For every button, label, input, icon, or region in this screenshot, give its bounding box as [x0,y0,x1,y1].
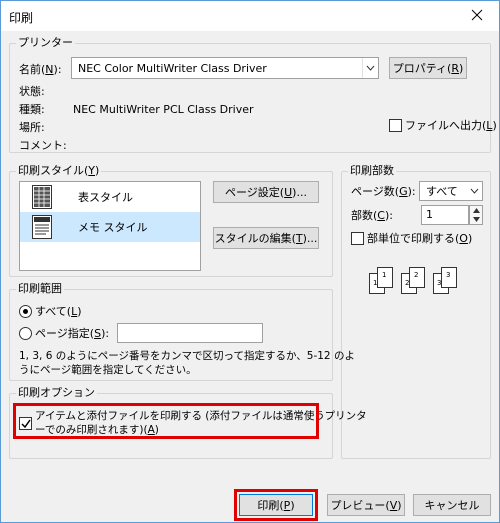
style-item-table[interactable]: 表スタイル [20,182,200,212]
style-item-memo[interactable]: メモ スタイル [20,212,200,242]
type-value: NEC MultiWriter PCL Class Driver [73,103,254,116]
print-dialog: 印刷 プリンター 名前(N): NEC Color MultiWriter Cl… [0,0,500,523]
print-range-group-title: 印刷範囲 [16,282,64,296]
printer-group-title: プリンター [16,36,75,50]
copies-group-title: 印刷部数 [348,164,396,178]
range-pages-input[interactable] [117,323,263,343]
print-button-highlight [234,489,318,521]
collate-page-number: 2 [405,279,409,287]
copies-value: 1 [426,208,433,221]
printer-name-value: NEC Color MultiWriter Class Driver [78,61,267,75]
edit-styles-button[interactable]: スタイルの編集(T)... [213,227,319,249]
range-pages-radio[interactable] [19,327,32,340]
style-item-label: 表スタイル [78,191,133,204]
copies-input[interactable]: 1 [421,205,469,225]
range-all-label: すべて(L) [35,305,82,318]
range-hint-line1: 1, 3, 6 のようにページ番号をカンマで区切って指定するか、5-12 のよ [19,350,355,362]
style-item-label: メモ スタイル [78,221,148,234]
attachments-highlight [13,403,319,439]
page-setup-button[interactable]: ページ設定(U)... [213,181,319,203]
chevron-down-icon [473,217,480,222]
collate-page-number: 3 [446,271,450,279]
close-button[interactable] [463,3,491,27]
print-to-file-checkbox[interactable] [389,119,402,132]
range-pages-label: ページ指定(S): [35,327,110,340]
range-all-radio[interactable] [19,305,32,318]
comment-label: コメント: [19,139,67,152]
collate-page-number: 3 [437,279,441,287]
pages-count-select[interactable]: すべて [419,181,483,201]
memo-style-icon [32,215,52,239]
title-bar: 印刷 [1,1,499,31]
type-label: 種類: [19,103,45,116]
chevron-up-icon [473,208,480,213]
window-title: 印刷 [9,11,34,25]
status-label: 状態: [19,85,45,98]
chevron-down-icon [466,182,482,200]
collate-label: 部単位で印刷する(O) [367,232,473,245]
printer-name-label: 名前(N): [19,63,62,76]
chevron-down-icon [362,58,378,78]
printer-name-select[interactable]: NEC Color MultiWriter Class Driver [71,57,379,79]
collate-page-number: 1 [373,279,377,287]
collate-page-number: 1 [382,271,386,279]
table-style-icon [32,185,52,209]
preview-button[interactable]: プレビュー(V) [327,494,405,516]
print-to-file-label: ファイルへ出力(L) [405,119,497,132]
print-style-list: 表スタイル メモ スタイル [19,181,201,271]
copies-stepper[interactable] [469,205,483,225]
range-hint-line2: うにページ範囲を指定してください。 [19,364,197,376]
pages-count-value: すべて [426,185,458,198]
cancel-button[interactable]: キャンセル [413,494,491,516]
collate-preview-icon: 1 1 2 2 3 3 [369,267,457,294]
properties-button[interactable]: プロパティ(R) [389,57,467,79]
close-icon [471,9,483,21]
location-label: 場所: [19,121,45,134]
collate-page-number: 2 [414,271,418,279]
pages-count-label: ページ数(G): [351,185,416,198]
collate-checkbox[interactable] [351,232,364,245]
copies-label: 部数(C): [351,209,393,222]
print-options-group-title: 印刷オプション [16,386,97,400]
print-style-group-title: 印刷スタイル(Y) [16,164,102,178]
